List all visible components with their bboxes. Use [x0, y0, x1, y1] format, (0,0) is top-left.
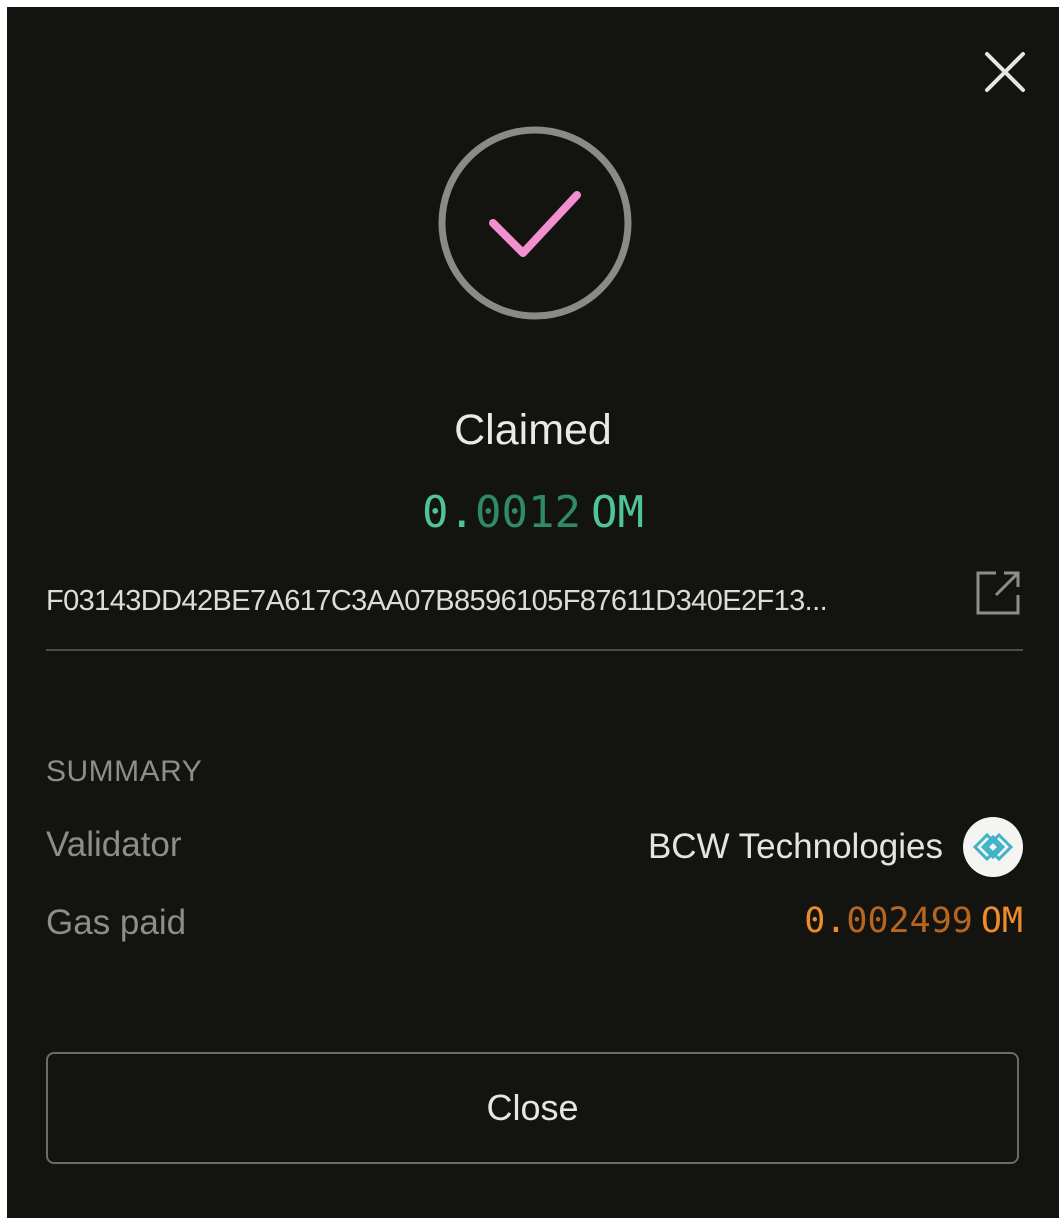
claimed-amount-lead: 0.	[422, 487, 476, 538]
gas-paid-label: Gas paid	[46, 903, 187, 942]
validator-label: Validator	[46, 825, 182, 864]
gas-amount-lead: 0.	[804, 901, 847, 941]
validator-logo-icon	[963, 817, 1023, 877]
validator-value: BCW Technologies	[648, 817, 1023, 877]
status-title: Claimed	[454, 406, 612, 454]
gas-paid-amount: 0.002499 OM	[804, 901, 1023, 941]
divider	[46, 649, 1023, 651]
claim-success-modal: Claimed 0.0012 OM F03143DD42BE7A617C3AA07…	[7, 7, 1059, 1218]
claimed-amount-unit: OM	[590, 487, 644, 538]
validator-name: BCW Technologies	[647, 827, 943, 866]
close-button[interactable]: Close	[46, 1052, 1019, 1164]
transaction-hash-row: F03143DD42BE7A617C3AA07B8596105F87611D34…	[46, 565, 1023, 627]
transaction-hash: F03143DD42BE7A617C3AA07B8596105F87611D34…	[46, 585, 828, 617]
external-link-icon[interactable]	[972, 567, 1024, 619]
gas-amount-unit: OM	[980, 901, 1023, 941]
claimed-amount: 0.0012 OM	[7, 485, 1059, 541]
gas-amount-digits: 002499	[846, 901, 973, 941]
checkmark-circle-icon	[438, 126, 632, 320]
close-icon[interactable]	[980, 47, 1030, 97]
summary-heading: SUMMARY	[46, 755, 203, 788]
claimed-amount-digits: 0012	[475, 487, 581, 538]
